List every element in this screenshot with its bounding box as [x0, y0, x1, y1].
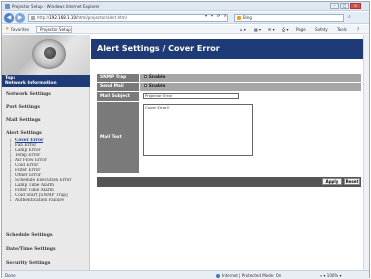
snmp-trap-row: SNMP Trap Enable — [97, 74, 361, 82]
zoom-control[interactable]: ⌕ ▾ 100% ▾ — [320, 273, 342, 278]
snmp-trap-value-cell: Enable — [140, 74, 361, 82]
mail-text-textarea[interactable]: Cover Error!! — [143, 104, 253, 156]
maximize-button[interactable]: □ — [340, 3, 349, 9]
send-mail-value-cell: Enable — [140, 83, 361, 91]
window-title: Projector Setup - Windows Internet Explo… — [12, 4, 100, 9]
search-icon[interactable]: ⌕ — [348, 14, 351, 20]
close-button[interactable]: × — [350, 3, 361, 9]
mail-text-row: Mail Text Cover Error!! — [97, 102, 361, 173]
tab-projector-setup[interactable]: Projector Setup — [36, 26, 72, 33]
apply-button[interactable]: Apply — [322, 178, 342, 185]
snmp-trap-value: Enable — [149, 75, 166, 80]
sidebar-item-schedule-settings[interactable]: Schedule Settings — [6, 233, 53, 238]
vertical-scrollbar[interactable] — [363, 35, 369, 270]
bing-icon — [237, 16, 241, 20]
security-zone[interactable]: Internet | Protected Mode: On — [216, 273, 281, 278]
security-zone-label: Internet | Protected Mode: On — [222, 273, 282, 278]
sidebar: Top: Network Information Network Setting… — [2, 35, 90, 270]
status-text: Done — [5, 273, 16, 278]
favorites-bar: ★ Favorites Projector Setup ⌂ ▾ ▦ ▾ ✉ ▾ … — [2, 25, 369, 34]
tools-menu[interactable]: Tools — [337, 27, 347, 32]
page-icon — [31, 16, 35, 20]
mail-text-label: Mail Text — [97, 102, 139, 173]
lens-inner — [44, 47, 56, 59]
sidebar-item-alert-settings[interactable]: Alert Settings — [6, 131, 42, 136]
safety-menu[interactable]: Safety — [315, 27, 328, 32]
back-icon[interactable]: ◀ — [4, 13, 14, 23]
browser-window: Projector Setup - Windows Internet Explo… — [1, 1, 370, 279]
sidebar-item-port-settings[interactable]: Port Settings — [6, 105, 40, 110]
projector-lens-image — [2, 35, 90, 75]
subitem-label: Authentication Failure — [15, 198, 64, 203]
send-mail-value: Enable — [149, 84, 166, 89]
feeds-icon[interactable]: ▦ ▾ — [254, 27, 261, 32]
search-input[interactable]: Bing — [234, 14, 344, 22]
page-menu[interactable]: Page — [296, 27, 306, 32]
tab-label: Projector Setup — [40, 27, 71, 32]
url-path: /html/projector/alert.html — [75, 15, 127, 20]
reset-button[interactable]: Reset — [344, 178, 360, 185]
sidebar-item-top[interactable]: Top: Network Information — [2, 75, 90, 87]
url-host: 192.168.1.10 — [49, 15, 76, 20]
forward-icon[interactable]: ▶ — [15, 13, 25, 23]
main-panel: Alert Settings / Cover Error SNMP Trap E… — [91, 35, 369, 270]
mail-subject-row: Mail Subject Projector Error — [97, 92, 361, 101]
network-information-label: Network Information — [5, 81, 57, 86]
send-mail-label: Send Mail — [97, 83, 139, 91]
home-icon[interactable]: ⌂ ▾ — [240, 27, 246, 32]
snmp-trap-label: SNMP Trap — [97, 74, 139, 82]
title-bar: Projector Setup - Windows Internet Explo… — [2, 2, 369, 11]
refresh-stop-icons[interactable]: ▾ ✦ ⟳ ✕ — [205, 13, 228, 18]
address-bar: ◀ ▶ http://192.168.1.10/html/projector/a… — [2, 12, 369, 24]
search-engine-label: Bing — [243, 15, 252, 20]
send-mail-checkbox[interactable] — [144, 84, 147, 87]
mail-subject-input[interactable]: Projector Error — [143, 93, 239, 99]
page-title: Alert Settings / Cover Error — [97, 44, 220, 53]
action-bar: Apply Reset — [97, 177, 361, 187]
snmp-trap-checkbox[interactable] — [144, 75, 147, 78]
alert-submenu: ├ Cover Error ├ Fan Error ├ Lamp Error ├ Tem… — [8, 138, 88, 203]
zoom-level: 100% — [326, 273, 339, 278]
favorites-button[interactable]: Favorites — [11, 27, 29, 32]
page-header: Alert Settings / Cover Error — [91, 39, 369, 59]
globe-icon — [216, 274, 220, 278]
status-bar: Done Internet | Protected Mode: On ⌕ ▾ 1… — [2, 270, 369, 279]
mail-subject-label: Mail Subject — [97, 92, 139, 101]
send-mail-row: Send Mail Enable — [97, 83, 361, 91]
url-prefix: http:// — [37, 15, 50, 20]
help-icon[interactable]: ? — [357, 27, 359, 32]
sidebar-item-network-settings[interactable]: Network Settings — [6, 92, 51, 97]
mail-icon[interactable]: ✉ ▾ — [268, 27, 275, 32]
tree-branch-icon: └ — [9, 198, 12, 203]
page-content: Top: Network Information Network Setting… — [2, 35, 369, 270]
ie-icon — [5, 4, 10, 9]
sidebar-subitem-authentication-failure[interactable]: └ Authentication Failure — [8, 198, 88, 203]
sidebar-item-date-time-settings[interactable]: Date/Time Settings — [6, 247, 56, 252]
print-icon[interactable]: ⎙ ▾ — [282, 27, 288, 32]
minimize-button[interactable]: – — [330, 3, 339, 9]
star-icon[interactable]: ★ — [5, 26, 9, 32]
sidebar-item-mail-settings[interactable]: Mail Settings — [6, 118, 41, 123]
url-input[interactable]: http://192.168.1.10/html/projector/alert… — [28, 14, 228, 22]
sidebar-item-security-settings[interactable]: Security Settings — [6, 261, 50, 266]
